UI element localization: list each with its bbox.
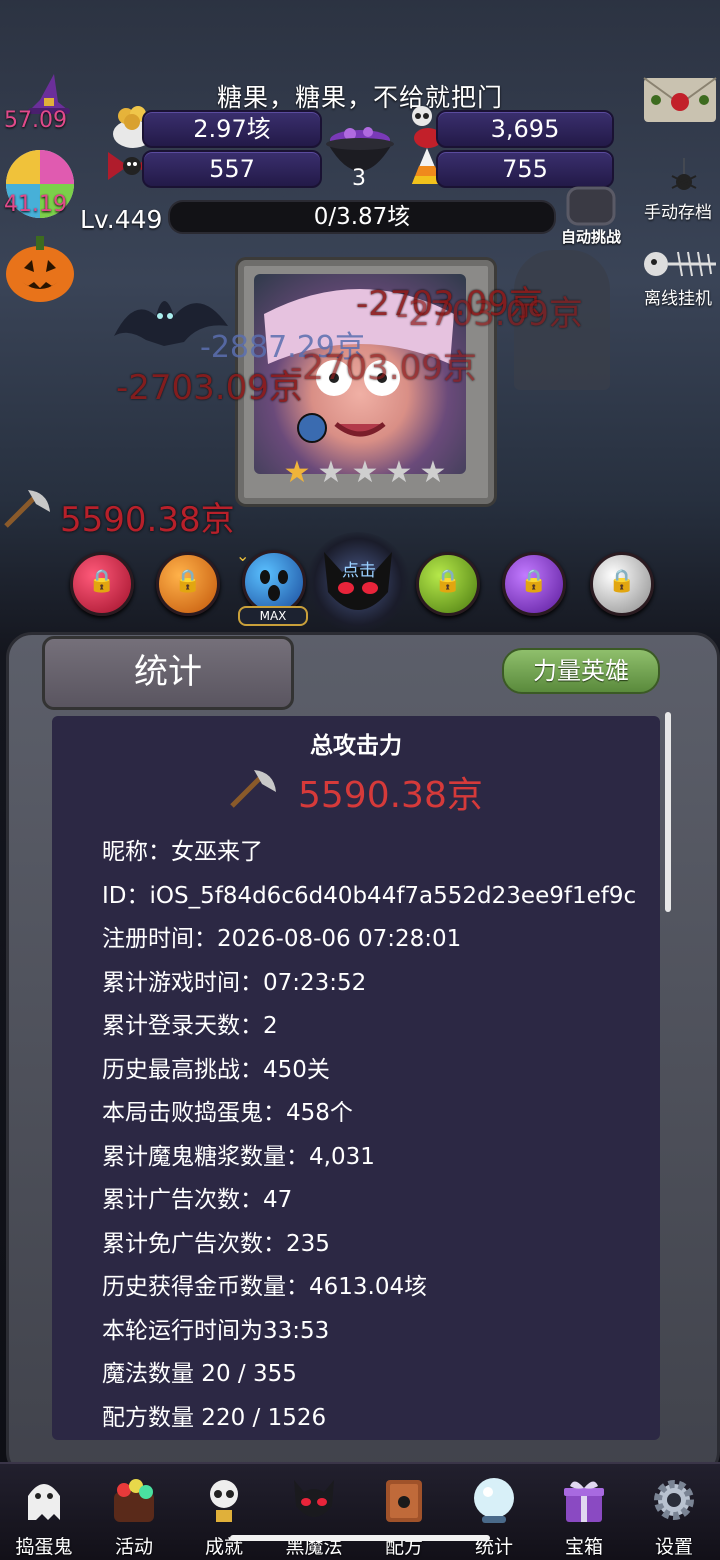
lock-icon: 🔒 (434, 569, 462, 594)
nav-label: 活动 (114, 1536, 153, 1558)
mail-button[interactable] (642, 74, 718, 126)
devil-icon (290, 1476, 338, 1524)
total-power-value: 5590.38京 (298, 775, 483, 816)
nav-recipes[interactable]: 配方 (364, 1472, 444, 1558)
player-level: Lv.449 (80, 205, 163, 234)
home-indicator (230, 1535, 490, 1541)
star-filled-icon: ★ (283, 455, 311, 490)
axe-icon (2, 486, 54, 530)
scrollbar[interactable] (665, 712, 671, 912)
stat-row: 注册时间：2026-08-06 07:28:01 (102, 926, 462, 952)
nav-troublemakers[interactable]: 捣蛋鬼 (4, 1472, 84, 1558)
auto-challenge-button[interactable]: 自动挑战 (556, 186, 626, 252)
witch-hat-timer: 57.09 (4, 108, 67, 133)
ghost-icon (20, 1476, 68, 1524)
star-empty-icon: ★ (351, 455, 379, 490)
gift-box-icon (560, 1476, 608, 1524)
damage-number: -2703.09京 (396, 294, 583, 334)
eyeball-cake-icon (110, 1476, 158, 1524)
gear-icon (650, 1476, 698, 1524)
stat-row: 魔法数量 20 / 355 (102, 1361, 297, 1387)
stat-row: 历史最高挑战：450关 (102, 1056, 330, 1083)
lock-icon: 🔒 (608, 569, 636, 594)
nav-label: 捣蛋鬼 (15, 1536, 73, 1558)
lock-icon: 🔒 (88, 569, 116, 594)
stat-row: 本局击败捣蛋鬼：458个 (102, 1100, 353, 1126)
skull-trophy-icon (200, 1476, 248, 1524)
nav-settings[interactable]: 设置 (634, 1472, 714, 1558)
chevron-down-icon: ⌄ (236, 546, 250, 565)
offline-idle-button[interactable]: 离线挂机 (636, 244, 720, 314)
nav-treasure[interactable]: 宝箱 (544, 1472, 624, 1558)
enemy-stars: ★ ★ ★ ★ ★ (282, 458, 452, 488)
skill-orb-green-locked[interactable]: 🔒 (416, 552, 480, 616)
power-hero-button[interactable]: 力量英雄 (502, 648, 660, 694)
gold-counter: 2.97垓 (142, 110, 322, 148)
skill-orb-blue-ghost[interactable] (242, 550, 306, 614)
crystal-ball-icon (470, 1476, 518, 1524)
cauldron-count: 3 (352, 166, 366, 191)
attack-power: 5590.38京 (60, 500, 235, 540)
star-empty-icon: ★ (419, 455, 447, 490)
star-empty-icon: ★ (385, 455, 413, 490)
xp-bar: 0/3.87垓 (168, 200, 556, 234)
manual-save-label: 手动存档 (644, 203, 712, 223)
manual-save-button[interactable]: 手动存档 (638, 158, 718, 228)
nav-events[interactable]: 活动 (94, 1472, 174, 1558)
black-magic-click-button[interactable]: 点击 (306, 532, 410, 632)
star-empty-icon: ★ (317, 455, 345, 490)
xp-text: 0/3.87垓 (313, 204, 411, 230)
stat-row: ID：iOS_5f84d6c6d40b44f7a552d23ee9f1ef9c (102, 882, 637, 909)
nav-achievements[interactable]: 成就 (184, 1472, 264, 1558)
skill-orb-purple-locked[interactable]: 🔒 (502, 552, 566, 616)
stat-row: 累计游戏时间：07:23:52 (102, 969, 367, 996)
candy-corn-counter: 755 (436, 150, 614, 188)
nav-black-magic[interactable]: 黑魔法 (274, 1472, 354, 1558)
lollipop-timer: 41.19 (4, 192, 67, 217)
tab-statistics[interactable]: 统计 (42, 636, 294, 710)
stat-row: 累计免广告次数：235 (102, 1230, 330, 1257)
lock-icon: 🔒 (174, 569, 202, 594)
stat-row: 累计登录天数：2 (102, 1013, 278, 1039)
skull-potion-counter: 3,695 (436, 110, 614, 148)
nav-statistics[interactable]: 统计 (454, 1472, 534, 1558)
skill-orb-orange-locked[interactable]: 🔒 (156, 552, 220, 616)
click-label: 点击 (342, 561, 376, 581)
stat-row: 昵称：女巫来了 (102, 839, 263, 865)
lock-icon: 🔒 (520, 569, 548, 594)
total-power-heading: 总攻击力 (310, 733, 402, 759)
stat-row: 本轮运行时间为33:53 (102, 1317, 330, 1344)
skill-orb-red-locked[interactable]: 🔒 (70, 552, 134, 616)
damage-number: -2703.09京 (116, 368, 303, 408)
axe-icon (228, 766, 278, 810)
stat-row: 配方数量 220 / 1526 (102, 1404, 327, 1431)
auto-challenge-label: 自动挑战 (560, 228, 621, 246)
bottom-nav: 捣蛋鬼 活动 成就 黑魔法 配方 统计 宝箱 设置 (0, 1462, 720, 1560)
offline-idle-label: 离线挂机 (644, 289, 712, 309)
spellbook-icon (380, 1476, 428, 1524)
stat-row: 累计魔鬼糖浆数量：4,031 (102, 1143, 375, 1170)
damage-number: -2703.09京 (290, 348, 477, 388)
nav-label: 宝箱 (564, 1536, 603, 1558)
stat-row: 累计广告次数：47 (102, 1187, 293, 1213)
nav-label: 设置 (654, 1536, 693, 1558)
stat-row: 历史获得金币数量：4613.04垓 (102, 1274, 428, 1300)
stats-list[interactable]: 总攻击力 5590.38京 昵称：女巫来了 ID：iOS_5f84d6c6d40b… (52, 716, 660, 1440)
pumpkin-icon[interactable] (4, 230, 76, 304)
max-badge: MAX (238, 606, 308, 626)
skill-orb-white-locked[interactable]: 🔒 (590, 552, 654, 616)
bowtie-candy-counter: 557 (142, 150, 322, 188)
